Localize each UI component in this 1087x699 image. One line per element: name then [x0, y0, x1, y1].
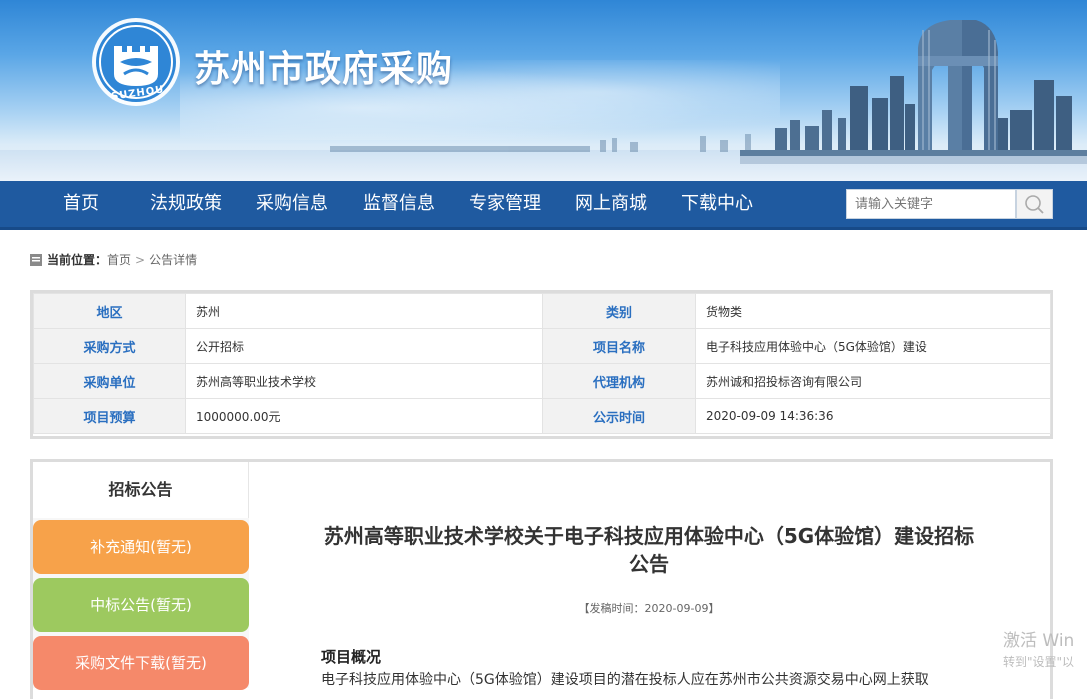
project-name-label: 项目名称	[542, 328, 696, 364]
breadcrumb-separator: >	[135, 253, 146, 267]
publish-time-value: 2020-09-09 14:36:36	[695, 398, 1051, 434]
agency-value: 苏州诚和招投标咨询有限公司	[695, 363, 1051, 399]
site-title: 苏州市政府采购	[194, 49, 454, 90]
search-icon	[1025, 195, 1044, 214]
table-row: 项目预算 1000000.00元 公示时间 2020-09-09 14:36:3…	[33, 398, 1051, 434]
table-row: 采购单位 苏州高等职业技术学校 代理机构 苏州诚和招投标咨询有限公司	[33, 363, 1051, 399]
search-field	[846, 189, 1016, 219]
tab-supplementary-notice[interactable]: 补充通知(暂无)	[33, 520, 249, 574]
table-row: 采购方式 公开招标 项目名称 电子科技应用体验中心（5G体验馆）建设	[33, 328, 1051, 364]
location-icon	[30, 254, 42, 266]
nav-item-experts[interactable]: 专家管理	[469, 181, 541, 227]
budget-value: 1000000.00元	[185, 398, 543, 434]
activation-watermark-line1: 激活 Win	[1003, 631, 1075, 651]
search-input[interactable]	[847, 190, 1015, 218]
breadcrumb-label: 当前位置：	[47, 253, 108, 267]
tab-tender-announcement[interactable]: 招标公告	[33, 462, 249, 518]
header-banner: SUZHOU 苏州市政府采购	[0, 0, 1087, 181]
breadcrumb-current: 公告详情	[149, 253, 198, 267]
publish-time-label: 公示时间	[542, 398, 696, 434]
tab-award-announcement[interactable]: 中标公告(暂无)	[33, 578, 249, 632]
agency-label: 代理机构	[542, 363, 696, 399]
procurement-method-label: 采购方式	[33, 328, 186, 364]
tab-document-download[interactable]: 采购文件下载(暂无)	[33, 636, 249, 690]
nav-item-home[interactable]: 首页	[63, 181, 99, 227]
section-text: 电子科技应用体验中心（5G体验馆）建设项目的潜在投标人应在苏州市公共资源交易中心…	[321, 672, 929, 688]
project-name-value: 电子科技应用体验中心（5G体验馆）建设	[695, 328, 1051, 364]
breadcrumb: 当前位置：首页 > 公告详情	[30, 251, 197, 269]
project-info-table: 地区 苏州 类别 货物类 采购方式 公开招标 项目名称 电子科技应用体验中心（5…	[30, 290, 1053, 439]
region-label: 地区	[33, 293, 186, 329]
nav-item-regulations[interactable]: 法规政策	[150, 181, 222, 227]
procurement-method-value: 公开招标	[185, 328, 543, 364]
budget-label: 项目预算	[33, 398, 186, 434]
section-title: 项目概况	[321, 648, 382, 666]
nav-item-procurement-info[interactable]: 采购信息	[256, 181, 328, 227]
category-label: 类别	[542, 293, 696, 329]
search-button[interactable]	[1016, 189, 1053, 219]
breadcrumb-home[interactable]: 首页	[107, 253, 131, 267]
nav-item-supervision[interactable]: 监督信息	[363, 181, 435, 227]
table-row: 地区 苏州 类别 货物类	[33, 293, 1051, 329]
article-title-line1: 苏州高等职业技术学校关于电子科技应用体验中心（5G体验馆）建设招标	[323, 524, 975, 548]
nav-item-downloads[interactable]: 下载中心	[681, 181, 753, 227]
region-value: 苏州	[185, 293, 543, 329]
category-value: 货物类	[695, 293, 1051, 329]
purchaser-value: 苏州高等职业技术学校	[185, 363, 543, 399]
article-date: 【发稿时间：2020-09-09】	[578, 602, 720, 615]
nav-item-mall[interactable]: 网上商城	[575, 181, 647, 227]
article-title: 苏州高等职业技术学校关于电子科技应用体验中心（5G体验馆）建设招标 公告	[282, 522, 1016, 578]
purchaser-label: 采购单位	[33, 363, 186, 399]
article-title-line2: 公告	[629, 552, 669, 576]
activation-watermark-line2: 转到"设置"以	[1003, 655, 1075, 669]
